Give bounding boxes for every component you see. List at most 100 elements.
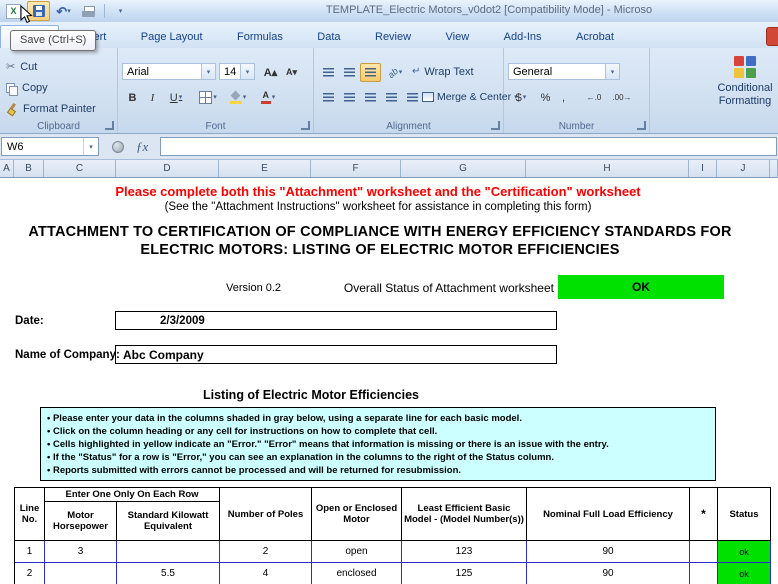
tab-formulas[interactable]: Formulas [222,25,298,48]
cell-efficiency[interactable]: 90 [527,563,690,584]
cell-status[interactable]: ok [718,541,771,563]
header-efficiency[interactable]: Nominal Full Load Efficiency [527,488,690,541]
conditional-formatting-button[interactable]: ConditionalFormatting [698,82,778,108]
instruction-item: Reports submitted with errors cannot be … [47,464,709,477]
conditional-label-line2: Formatting [719,95,772,107]
column-header-b[interactable]: B [14,160,44,177]
column-header-g[interactable]: G [401,160,526,177]
format-painter-label: Format Painter [23,103,96,115]
header-open-enclosed[interactable]: Open or Enclosed Motor [312,488,402,541]
company-field[interactable]: Abc Company [115,345,557,364]
bottom-align-button[interactable] [360,63,381,82]
column-header-c[interactable]: C [44,160,116,177]
font-color-button[interactable]: A▾ [254,88,282,107]
tab-acrobat[interactable]: Acrobat [561,25,629,48]
tab-view[interactable]: View [431,25,485,48]
header-status[interactable]: Status [718,488,771,541]
italic-button[interactable]: I [142,88,163,107]
cell-horsepower[interactable]: 3 [45,541,117,563]
name-box[interactable]: W6 ▾ [1,137,99,156]
cell-line[interactable]: 2 [15,563,45,584]
orientation-button[interactable]: ab▾ [382,63,408,82]
header-horsepower[interactable]: Motor Horsepower [45,502,117,541]
date-field[interactable]: 2/3/2009 [115,311,557,330]
align-left-button[interactable] [318,88,339,107]
cell-open-enclosed[interactable]: enclosed [312,563,402,584]
shrink-font-button[interactable]: A▾ [281,63,302,82]
copy-button[interactable]: Copy [6,79,48,97]
currency-format-button[interactable]: $▾ [508,88,534,107]
wrap-text-button[interactable]: ↵Wrap Text [412,63,474,81]
chevron-down-icon[interactable]: ▾ [240,64,254,79]
top-align-button[interactable] [318,63,339,82]
header-model[interactable]: Least Efficient Basic Model - (Model Num… [402,488,527,541]
increase-decimal-button[interactable]: ←.0 [580,88,608,107]
chevron-down-icon[interactable]: ▾ [605,64,619,79]
column-header-i[interactable]: I [689,160,717,177]
center-button[interactable] [339,88,360,107]
cell-open-enclosed[interactable]: open [312,541,402,563]
number-dialog-launcher[interactable] [637,121,646,130]
insert-function-button[interactable]: ƒx [136,139,148,155]
decrease-indent-button[interactable] [381,88,402,107]
font-size-combo[interactable]: 14▾ [219,63,255,80]
cell-poles[interactable]: 4 [220,563,312,584]
borders-button[interactable]: ▾ [194,88,222,107]
formula-input[interactable] [160,137,777,156]
clipboard-dialog-launcher[interactable] [105,121,114,130]
grow-font-button[interactable]: A▴ [260,63,281,82]
increase-indent-button[interactable] [402,88,423,107]
fill-color-button[interactable]: ▾ [224,88,252,107]
column-header-h[interactable]: H [526,160,689,177]
merge-cells-icon [422,92,434,102]
font-name-combo[interactable]: Arial ▾ [122,63,216,80]
header-poles[interactable]: Number of Poles [220,488,312,541]
column-header-d[interactable]: D [116,160,219,177]
chevron-down-icon[interactable]: ▾ [83,138,98,155]
cell-kilowatt[interactable] [117,541,220,563]
cell-efficiency[interactable]: 90 [527,541,690,563]
middle-align-button[interactable] [339,63,360,82]
header-line-no[interactable]: Line No. [15,488,45,541]
cell-model[interactable]: 125 [402,563,527,584]
column-header-f[interactable]: F [311,160,401,177]
format-painter-button[interactable]: Format Painter [6,100,96,118]
column-header-a[interactable]: A [0,160,14,177]
red-corner-button[interactable] [766,27,778,46]
header-asterisk[interactable]: * [690,488,718,541]
scissors-icon: ✂ [6,62,15,73]
percent-format-button[interactable]: % [536,88,555,107]
tab-page-layout[interactable]: Page Layout [126,25,218,48]
bold-button[interactable]: B [122,88,143,107]
cell-model[interactable]: 123 [402,541,527,563]
chevron-down-icon[interactable]: ▾ [201,64,215,79]
cell-asterisk[interactable] [690,541,718,563]
underline-button[interactable]: U▾ [162,88,190,107]
number-format-combo[interactable]: General▾ [508,63,620,80]
undo-button[interactable]: ↶▾ [52,1,75,21]
cell-status[interactable]: ok [718,563,771,584]
tab-data[interactable]: Data [302,25,355,48]
align-right-button[interactable] [360,88,381,107]
tab-add-ins[interactable]: Add-Ins [489,25,557,48]
font-name-value: Arial [127,66,149,78]
decrease-decimal-button[interactable]: .00→ [608,88,636,107]
print-button[interactable] [77,1,100,21]
font-dialog-launcher[interactable] [301,121,310,130]
cut-button[interactable]: ✂Cut [6,58,37,76]
comma-format-button[interactable]: , [555,88,572,107]
company-value: Abc Company [116,348,204,362]
column-header-j[interactable]: J [717,160,770,177]
tab-review[interactable]: Review [360,25,426,48]
cell-line[interactable]: 1 [15,541,45,563]
worksheet[interactable]: Please complete both this "Attachment" w… [0,178,778,584]
cell-asterisk[interactable] [690,563,718,584]
qat-customize-button[interactable]: ▾ [109,1,132,21]
header-kilowatt[interactable]: Standard Kilowatt Equivalent [117,502,220,541]
name-box-value: W6 [7,141,24,153]
alignment-dialog-launcher[interactable] [491,121,500,130]
cell-kilowatt[interactable]: 5.5 [117,563,220,584]
cell-horsepower[interactable] [45,563,117,584]
column-header-e[interactable]: E [219,160,311,177]
cell-poles[interactable]: 2 [220,541,312,563]
